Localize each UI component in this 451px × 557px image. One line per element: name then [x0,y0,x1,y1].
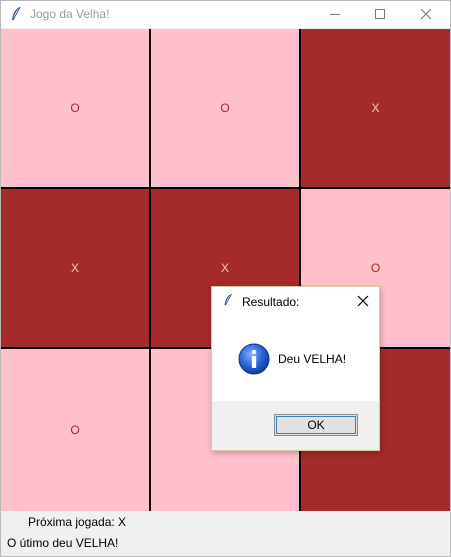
close-icon[interactable] [356,294,370,308]
cell-0[interactable]: O [1,29,149,187]
dialog-title-bar: Resultado: [212,287,379,315]
last-result-label: O útimo deu VELHA! [7,536,119,550]
feather-icon [12,6,21,21]
feather-icon [224,293,232,306]
dialog-body: Deu VELHA! [212,315,379,401]
cell-3[interactable]: X [1,189,149,347]
minimize-button[interactable] [313,1,359,28]
ok-button[interactable]: OK [274,414,358,436]
title-bar: Jogo da Velha! [1,1,450,28]
dialog-title: Resultado: [242,295,300,309]
next-move-label: Próxima jogada: X [28,515,127,529]
maximize-icon [375,9,385,19]
main-window: Jogo da Velha! O O X X X O O Próxima jog… [0,0,451,557]
cell-mark: X [70,261,79,275]
cell-mark: O [370,261,381,275]
close-icon [421,9,432,20]
minimize-icon [330,14,340,15]
cell-2[interactable]: X [301,29,450,187]
window-title: Jogo da Velha! [30,7,110,21]
cell-mark: O [70,101,80,115]
dialog-message: Deu VELHA! [278,352,347,366]
info-icon [238,343,270,375]
cell-mark: X [371,101,380,115]
maximize-button[interactable] [358,1,404,28]
cell-mark: O [220,101,230,115]
status-area: Próxima jogada: X O útimo deu VELHA! [1,511,450,556]
cell-mark: X [220,261,229,275]
dialog-footer: OK [212,401,379,450]
cell-mark: O [70,423,80,437]
cell-1[interactable]: O [151,29,299,187]
result-dialog: Resultado: Deu VELHA! OK [211,286,380,451]
close-button[interactable] [404,1,450,28]
cell-6[interactable]: O [1,349,149,511]
